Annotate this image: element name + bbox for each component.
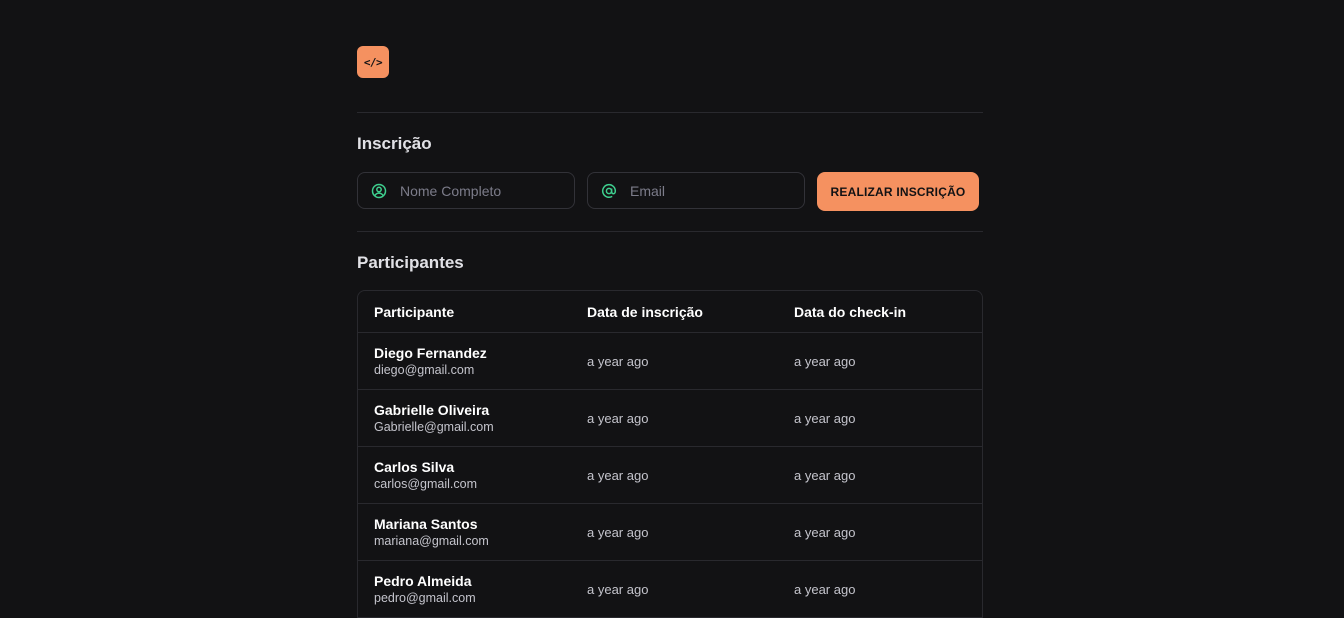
participant-name: Gabrielle Oliveira (374, 401, 490, 418)
header-divider (357, 112, 983, 113)
checkin-date: a year ago (794, 524, 856, 540)
participant-email: Gabrielle@gmail.com (374, 419, 494, 434)
subscription-date: a year ago (587, 524, 649, 540)
section-divider (357, 231, 983, 232)
table-row: Mariana Santos mariana@gmail.com a year … (358, 504, 982, 561)
table-header-row: Participante Data de inscrição Data do c… (358, 291, 982, 333)
participant-cell: Gabrielle Oliveira Gabrielle@gmail.com (374, 402, 494, 435)
email-input[interactable] (628, 181, 802, 200)
checkin-date: a year ago (794, 353, 856, 369)
participant-name: Diego Fernandez (374, 344, 487, 361)
participant-email: mariana@gmail.com (374, 533, 489, 548)
participant-cell: Pedro Almeida pedro@gmail.com (374, 573, 476, 606)
checkin-date: a year ago (794, 467, 856, 483)
participant-cell: Carlos Silva carlos@gmail.com (374, 459, 477, 492)
submit-registration-button[interactable]: REALIZAR INSCRIÇÃO (817, 172, 979, 211)
name-input[interactable] (398, 181, 572, 200)
subscription-date: a year ago (587, 410, 649, 426)
subscription-date: a year ago (587, 353, 649, 369)
participant-email: carlos@gmail.com (374, 476, 477, 491)
logo-code-icon: </> (357, 46, 389, 78)
table-row: Gabrielle Oliveira Gabrielle@gmail.com a… (358, 390, 982, 447)
participants-section-title: Participantes (357, 253, 464, 272)
name-field[interactable] (357, 172, 575, 209)
checkin-date: a year ago (794, 410, 856, 426)
signup-section-title: Inscrição (357, 134, 432, 153)
participant-cell: Mariana Santos mariana@gmail.com (374, 516, 489, 549)
participant-email: pedro@gmail.com (374, 590, 476, 605)
at-sign-icon (601, 183, 617, 199)
table-row: Carlos Silva carlos@gmail.com a year ago… (358, 447, 982, 504)
email-field[interactable] (587, 172, 805, 209)
participant-name: Pedro Almeida (374, 572, 472, 589)
user-circle-icon (371, 183, 387, 199)
participant-name: Carlos Silva (374, 458, 455, 475)
header-participant: Participante (374, 303, 455, 320)
header-checkin-date: Data do check-in (794, 303, 907, 320)
header-subscription-date: Data de inscrição (587, 303, 703, 320)
subscription-date: a year ago (587, 467, 649, 483)
table-row: Diego Fernandez diego@gmail.com a year a… (358, 333, 982, 390)
table-row: Pedro Almeida pedro@gmail.com a year ago… (358, 561, 982, 618)
participant-cell: Diego Fernandez diego@gmail.com (374, 345, 487, 378)
participant-email: diego@gmail.com (374, 362, 475, 377)
participant-name: Mariana Santos (374, 515, 478, 532)
signup-form: REALIZAR INSCRIÇÃO (357, 172, 979, 211)
participants-table: Participante Data de inscrição Data do c… (357, 290, 983, 618)
page-container: </> Inscrição REALIZAR INSCRIÇÃO (357, 46, 983, 618)
checkin-date: a year ago (794, 581, 856, 597)
subscription-date: a year ago (587, 581, 649, 597)
